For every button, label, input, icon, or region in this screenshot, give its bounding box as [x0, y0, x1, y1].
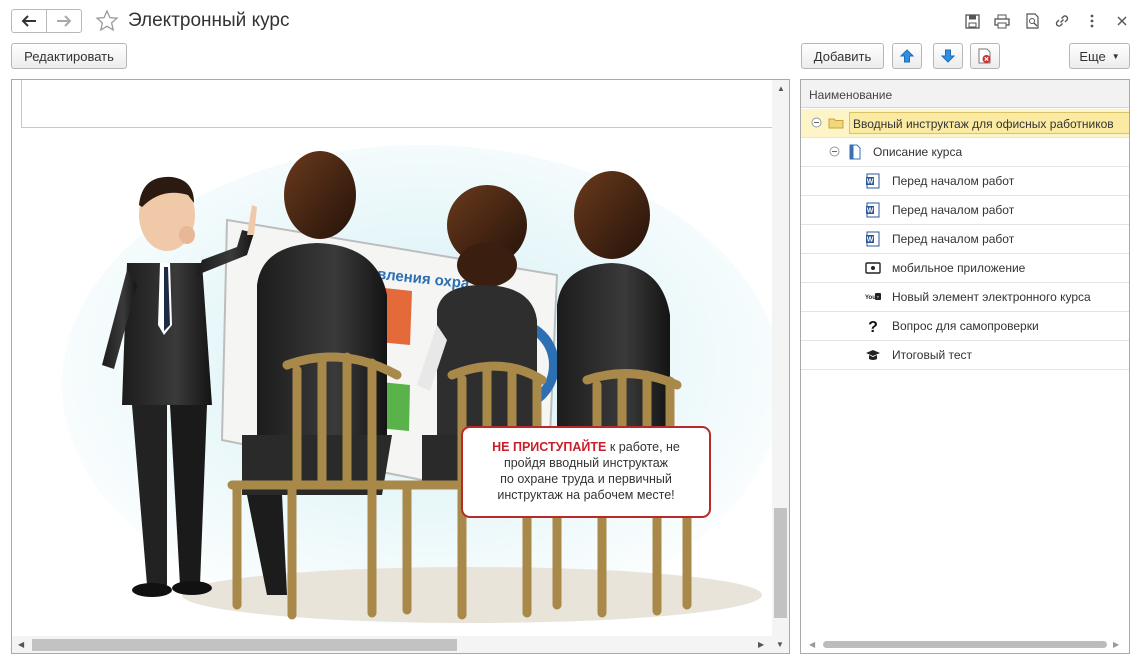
scroll-left-icon[interactable]: ◀	[809, 640, 815, 649]
document-icon	[849, 144, 861, 160]
floppy-icon	[964, 13, 980, 29]
scroll-right-icon[interactable]: ▶	[758, 640, 764, 649]
page-title: Электронный курс	[128, 10, 290, 31]
more-vertical-icon	[1090, 14, 1094, 28]
notice-line-1: НЕ ПРИСТУПАЙТЕ к работе, не	[492, 439, 680, 454]
word-doc-icon: W	[866, 202, 880, 218]
vertical-scroll-thumb[interactable]	[774, 508, 787, 618]
back-button[interactable]	[11, 9, 47, 33]
vertical-scrollbar[interactable]: ▲	[772, 80, 789, 636]
arrow-right-icon	[57, 15, 72, 27]
tree-scroll-thumb[interactable]	[823, 641, 1107, 648]
tree-row[interactable]: Вводный инструктаж для офисных работнико…	[801, 109, 1129, 138]
horizontal-scroll-thumb[interactable]	[32, 639, 457, 651]
tree-item-label: Описание курса	[873, 145, 963, 159]
close-icon	[1117, 16, 1127, 26]
tree-row[interactable]: W Перед началом работ	[801, 167, 1129, 196]
preview-button[interactable]	[1023, 12, 1041, 30]
graduation-cap-icon	[866, 350, 880, 360]
link-button[interactable]	[1053, 12, 1071, 30]
chevron-down-icon: ▼	[1111, 51, 1120, 61]
preview-icon	[1025, 13, 1039, 29]
content-header-box	[21, 80, 775, 128]
tree-row[interactable]: Описание курса	[801, 138, 1129, 167]
safety-notice: НЕ ПРИСТУПАЙТЕ к работе, не пройдя вводн…	[461, 426, 711, 518]
tree-item-label: Перед началом работ	[892, 203, 1015, 217]
mobile-app-icon	[865, 262, 881, 274]
svg-text:W: W	[867, 237, 874, 244]
move-up-button[interactable]	[892, 43, 922, 69]
svg-text:W: W	[867, 179, 874, 186]
printer-icon	[994, 14, 1010, 28]
more-actions-button[interactable]	[1083, 12, 1101, 30]
forward-button[interactable]	[46, 9, 82, 33]
delete-button[interactable]	[970, 43, 1000, 69]
arrow-up-icon	[900, 49, 914, 63]
tree-item-label: Новый элемент электронного курса	[892, 290, 1091, 304]
tree-row[interactable]: мобильное приложение	[801, 254, 1129, 283]
horizontal-scrollbar[interactable]: ◀ ▶ ▼	[12, 636, 789, 653]
save-button[interactable]	[963, 12, 981, 30]
tree-row[interactable]: You T Новый элемент электронного курса	[801, 283, 1129, 312]
tree-horizontal-scrollbar[interactable]: ◀ ▶	[801, 636, 1129, 653]
more-dropdown[interactable]: Еще ▼	[1069, 43, 1130, 69]
print-button[interactable]	[993, 12, 1011, 30]
scroll-up-icon[interactable]: ▲	[777, 84, 785, 93]
close-button[interactable]	[1113, 12, 1131, 30]
tree-row[interactable]: Итоговый тест	[801, 341, 1129, 370]
notice-line-2: пройдя вводный инструктаж	[504, 456, 669, 470]
scroll-down-icon[interactable]: ▼	[776, 640, 784, 649]
word-doc-icon: W	[866, 231, 880, 247]
move-down-button[interactable]	[933, 43, 963, 69]
tree-item-label: Вопрос для самопроверки	[892, 319, 1039, 333]
collapse-icon[interactable]	[811, 117, 822, 128]
tree-row[interactable]: W Перед началом работ	[801, 196, 1129, 225]
delete-doc-icon	[978, 48, 991, 64]
column-header-name[interactable]: Наименование	[801, 80, 1129, 108]
question-icon: ?	[868, 319, 878, 334]
notice-line-3: по охране труда и первичный	[500, 472, 672, 486]
tree-row[interactable]: W Перед началом работ	[801, 225, 1129, 254]
add-button[interactable]: Добавить	[801, 43, 884, 69]
youtube-icon: You T	[865, 293, 881, 301]
folder-icon	[828, 118, 844, 129]
tree-item-label: Вводный инструктаж для офисных работнико…	[849, 112, 1129, 134]
svg-text:?: ?	[868, 319, 878, 334]
favorite-button[interactable]	[95, 9, 119, 33]
link-icon	[1055, 15, 1069, 27]
tree-item-label: мобильное приложение	[892, 261, 1026, 275]
svg-text:You: You	[865, 295, 876, 301]
content-viewer[interactable]: управления охра НЕ ПРИСТУПАЙТЕ к работе,…	[11, 79, 790, 654]
svg-text:W: W	[867, 208, 874, 215]
star-icon	[95, 9, 119, 32]
course-illustration: управления охра НЕ ПРИСТУПАЙТЕ к работе,…	[42, 135, 774, 627]
scroll-left-icon[interactable]: ◀	[18, 640, 24, 649]
arrow-left-icon	[21, 15, 36, 27]
scroll-right-icon[interactable]: ▶	[1113, 640, 1119, 649]
course-tree[interactable]: Наименование Вводный инструктаж для офис…	[800, 79, 1130, 654]
tree-row[interactable]: ? Вопрос для самопроверки	[801, 312, 1129, 341]
edit-button[interactable]: Редактировать	[11, 43, 127, 69]
collapse-icon[interactable]	[829, 146, 840, 157]
arrow-down-icon	[941, 49, 955, 63]
title-bar: Электронный курс	[0, 0, 1143, 42]
tree-item-label: Перед началом работ	[892, 174, 1015, 188]
more-label: Еще	[1079, 48, 1106, 64]
word-doc-icon: W	[866, 173, 880, 189]
tree-item-label: Итоговый тест	[892, 348, 973, 362]
notice-line-4: инструктаж на рабочем месте!	[497, 488, 674, 502]
tree-item-label: Перед началом работ	[892, 232, 1015, 246]
